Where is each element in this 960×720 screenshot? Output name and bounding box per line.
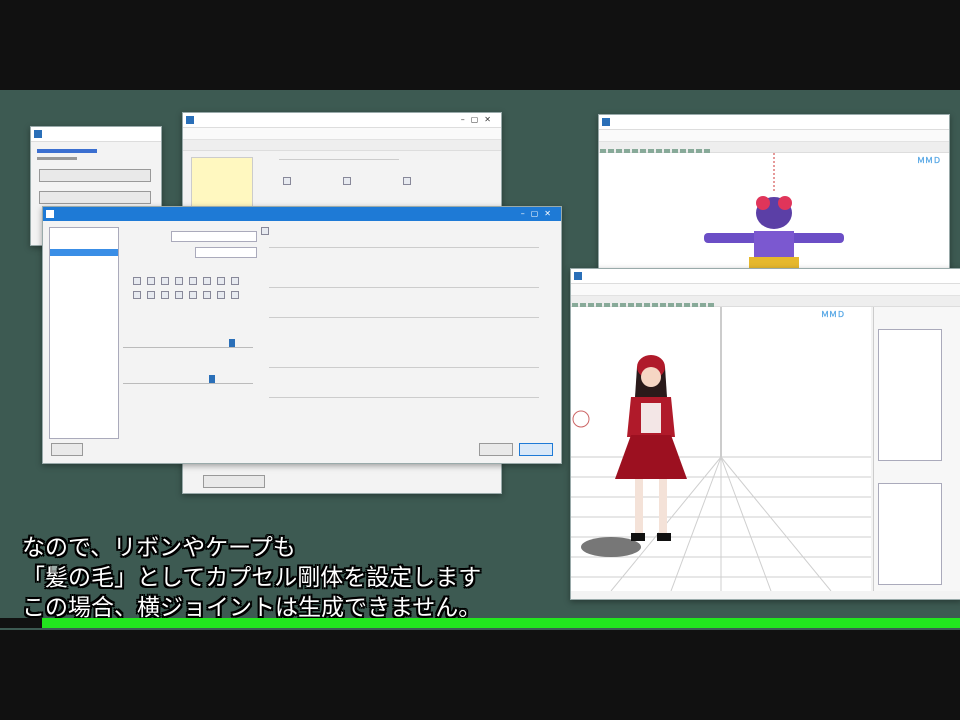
editor-tabbar[interactable] (183, 140, 501, 151)
select-field[interactable] (195, 247, 257, 258)
list-item-selected[interactable] (50, 249, 118, 256)
viewport-scene (571, 307, 871, 591)
list-item[interactable] (50, 235, 118, 242)
app-icon (34, 130, 42, 138)
settings-dialog-titlebar[interactable]: –▢✕ (43, 207, 561, 221)
watermark: ＭＭＤ (917, 156, 941, 165)
model-viewer-titlebar[interactable] (599, 115, 949, 130)
checkbox[interactable] (261, 227, 269, 235)
dialog-left-button[interactable] (51, 443, 83, 456)
slider-thumb[interactable] (209, 375, 215, 383)
toggle[interactable] (217, 277, 225, 285)
letterbox-top (0, 0, 960, 90)
checkbox[interactable] (403, 177, 411, 185)
checkbox[interactable] (343, 177, 351, 185)
settings-dialog: –▢✕ (42, 206, 562, 464)
model-viewer-menubar[interactable] (599, 130, 949, 142)
model-viewer-viewport[interactable]: ＭＭＤ (599, 153, 949, 275)
bone-list-panel[interactable] (873, 307, 960, 591)
watermark: ＭＭＤ (821, 310, 845, 319)
small-window-heading (37, 149, 97, 153)
toggle[interactable] (217, 291, 225, 299)
dialog-ok-button[interactable] (519, 443, 553, 456)
pmx-editor-viewport[interactable]: ＭＭＤ (571, 307, 871, 591)
window-controls[interactable]: –▢✕ (461, 113, 497, 127)
list-item[interactable] (50, 228, 118, 235)
toggle[interactable] (133, 277, 141, 285)
progress-track (0, 618, 42, 628)
subtitle-line-2: 「髪の毛」としてカプセル剛体を設定します (22, 565, 482, 591)
editor-table[interactable] (191, 157, 253, 211)
toggle[interactable] (161, 277, 169, 285)
app-icon (574, 272, 582, 280)
toggle[interactable] (147, 291, 155, 299)
category-list[interactable] (49, 227, 119, 439)
pmx-editor-toolbar[interactable] (571, 296, 960, 309)
dialog-cancel-button[interactable] (479, 443, 513, 456)
app-icon (186, 116, 194, 124)
small-window-titlebar[interactable] (31, 127, 161, 142)
model-viewer-window: ＭＭＤ (598, 114, 950, 276)
list-item[interactable] (50, 256, 118, 263)
small-window-button-2[interactable] (39, 191, 151, 204)
checkbox[interactable] (283, 177, 291, 185)
toggle[interactable] (161, 291, 169, 299)
progress-bar (42, 618, 960, 628)
pmx-editor-titlebar[interactable] (571, 269, 960, 284)
app-icon (602, 118, 610, 126)
toggle[interactable] (147, 277, 155, 285)
subtitle-line-3: この場合、横ジョイントは生成できません。 (22, 595, 482, 621)
small-window-caption (37, 157, 77, 160)
pmx-editor-window: ＭＭＤ (570, 268, 960, 600)
toggle[interactable] (189, 291, 197, 299)
toggle[interactable] (231, 291, 239, 299)
slider-thumb[interactable] (229, 339, 235, 347)
letterbox-bottom (0, 630, 960, 720)
window-controls[interactable]: –▢✕ (521, 207, 557, 221)
toggle[interactable] (175, 277, 183, 285)
app-icon (46, 210, 54, 218)
model-figure-tpose (704, 153, 844, 275)
toggle[interactable] (203, 277, 211, 285)
toggle[interactable] (133, 291, 141, 299)
bone-tree[interactable] (878, 329, 942, 461)
model-viewer-toolbar[interactable] (599, 142, 949, 155)
editor-bottom-button[interactable] (203, 475, 265, 488)
toggle[interactable] (189, 277, 197, 285)
toggle[interactable] (231, 277, 239, 285)
small-window-button-1[interactable] (39, 169, 151, 182)
toggle[interactable] (203, 291, 211, 299)
toggle[interactable] (175, 291, 183, 299)
editor-window-titlebar[interactable]: –▢✕ (183, 113, 501, 128)
rigid-body-list[interactable] (878, 483, 942, 585)
editor-menubar[interactable] (183, 128, 501, 140)
name-field[interactable] (171, 231, 257, 242)
pmx-editor-menubar[interactable] (571, 284, 960, 296)
subtitle-line-1: なので、リボンやケープも (22, 535, 296, 561)
list-item[interactable] (50, 242, 118, 249)
